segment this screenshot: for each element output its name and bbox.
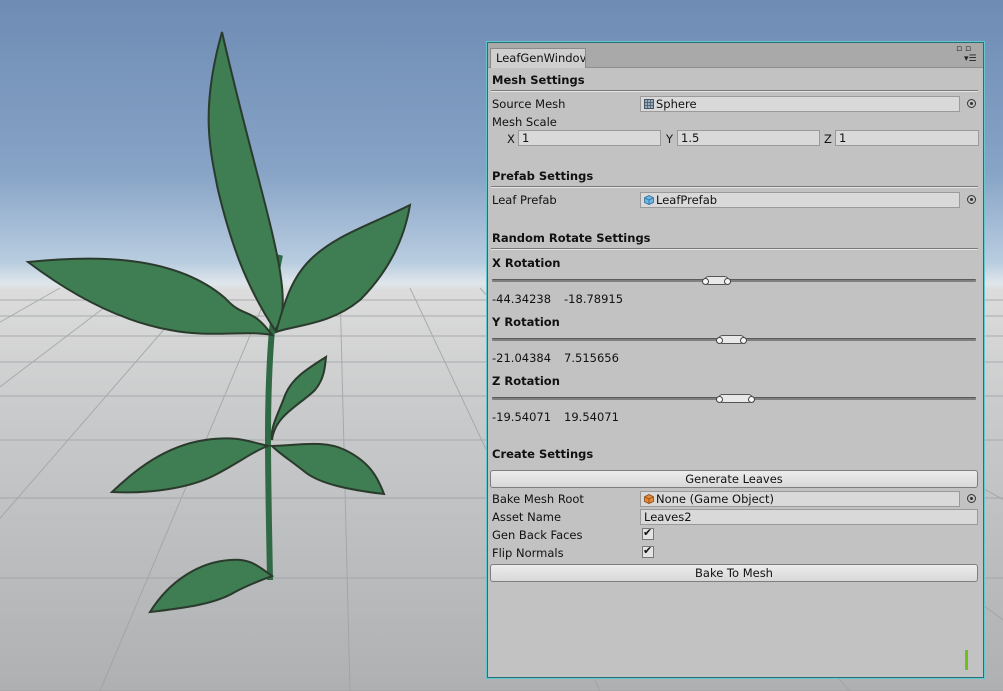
leaf-prefab-field[interactable]: LeafPrefab	[640, 192, 960, 208]
z-rotation-slider[interactable]	[492, 394, 976, 403]
gen-back-faces-label: Gen Back Faces	[492, 528, 583, 542]
y-rotation-values: -21.04384 7.515656	[492, 351, 632, 365]
y-rotation-max: 7.515656	[564, 351, 619, 365]
flip-normals-checkbox[interactable]	[642, 544, 654, 558]
mesh-scale-label: Mesh Scale	[492, 115, 557, 129]
leaf-prefab-value: LeafPrefab	[656, 193, 718, 207]
maximize-icon[interactable]: ▫	[965, 44, 971, 54]
scale-x-label: X	[507, 132, 515, 146]
x-rotation-range-thumb[interactable]	[702, 276, 731, 285]
scale-z-input[interactable]: 1	[835, 130, 979, 146]
y-rotation-label: Y Rotation	[492, 315, 560, 329]
resize-grip-icon[interactable]	[965, 650, 968, 670]
divider	[491, 186, 978, 188]
bake-mesh-root-value: None (Game Object)	[656, 492, 774, 506]
dropdown-menu-icon[interactable]: ▾☰	[964, 54, 977, 64]
x-rotation-slider[interactable]	[492, 276, 976, 285]
y-rotation-range-thumb[interactable]	[716, 335, 747, 344]
random-rotate-header: Random Rotate Settings	[492, 231, 651, 245]
prefab-settings-header: Prefab Settings	[492, 169, 594, 183]
y-rotation-min: -21.04384	[492, 351, 552, 365]
object-picker-icon[interactable]	[967, 494, 976, 503]
bake-to-mesh-button[interactable]: Bake To Mesh	[490, 564, 978, 582]
mesh-settings-header: Mesh Settings	[492, 73, 585, 87]
bake-mesh-root-field[interactable]: None (Game Object)	[640, 491, 960, 507]
window-titlebar: LeafGenWindov ▫ ▫ ▾☰	[488, 43, 983, 68]
x-rotation-label: X Rotation	[492, 256, 561, 270]
scale-y-input[interactable]: 1.5	[677, 130, 820, 146]
z-rotation-label: Z Rotation	[492, 374, 560, 388]
y-rotation-slider[interactable]	[492, 335, 976, 344]
window-content: Mesh Settings Source Mesh Sphere Mesh Sc…	[487, 67, 984, 678]
z-rotation-min: -19.54071	[492, 410, 552, 424]
x-rotation-values: -44.34238 -18.78915	[492, 292, 636, 306]
asset-name-label: Asset Name	[492, 510, 562, 524]
source-mesh-label: Source Mesh	[492, 97, 566, 111]
scale-z-label: Z	[824, 132, 832, 146]
asset-name-input[interactable]: Leaves2	[640, 509, 978, 525]
object-picker-icon[interactable]	[967, 195, 976, 204]
generate-leaves-button[interactable]: Generate Leaves	[490, 470, 978, 488]
lock-icon[interactable]: ▫	[956, 44, 962, 54]
x-rotation-max: -18.78915	[564, 292, 624, 306]
game-object-icon	[644, 493, 654, 504]
tab-leafgen-window[interactable]: LeafGenWindov	[490, 48, 586, 68]
leaf-gen-window: LeafGenWindov ▫ ▫ ▾☰ Mesh Settings Sourc…	[486, 41, 985, 679]
scale-y-label: Y	[666, 132, 674, 146]
z-rotation-max: 19.54071	[564, 410, 619, 424]
create-settings-header: Create Settings	[492, 447, 594, 461]
bake-mesh-root-label: Bake Mesh Root	[492, 492, 584, 506]
scale-x-input[interactable]: 1	[518, 130, 661, 146]
source-mesh-value: Sphere	[656, 97, 697, 111]
leaf-prefab-label: Leaf Prefab	[492, 193, 557, 207]
divider	[491, 90, 978, 92]
prefab-cube-icon	[644, 194, 654, 205]
z-rotation-range-thumb[interactable]	[716, 394, 755, 403]
flip-normals-label: Flip Normals	[492, 546, 564, 560]
source-mesh-field[interactable]: Sphere	[640, 96, 960, 112]
x-rotation-min: -44.34238	[492, 292, 552, 306]
divider	[491, 248, 978, 250]
z-rotation-values: -19.54071 19.54071	[492, 410, 632, 424]
object-picker-icon[interactable]	[967, 99, 976, 108]
gen-back-faces-checkbox[interactable]	[642, 526, 654, 540]
mesh-icon	[644, 98, 654, 109]
